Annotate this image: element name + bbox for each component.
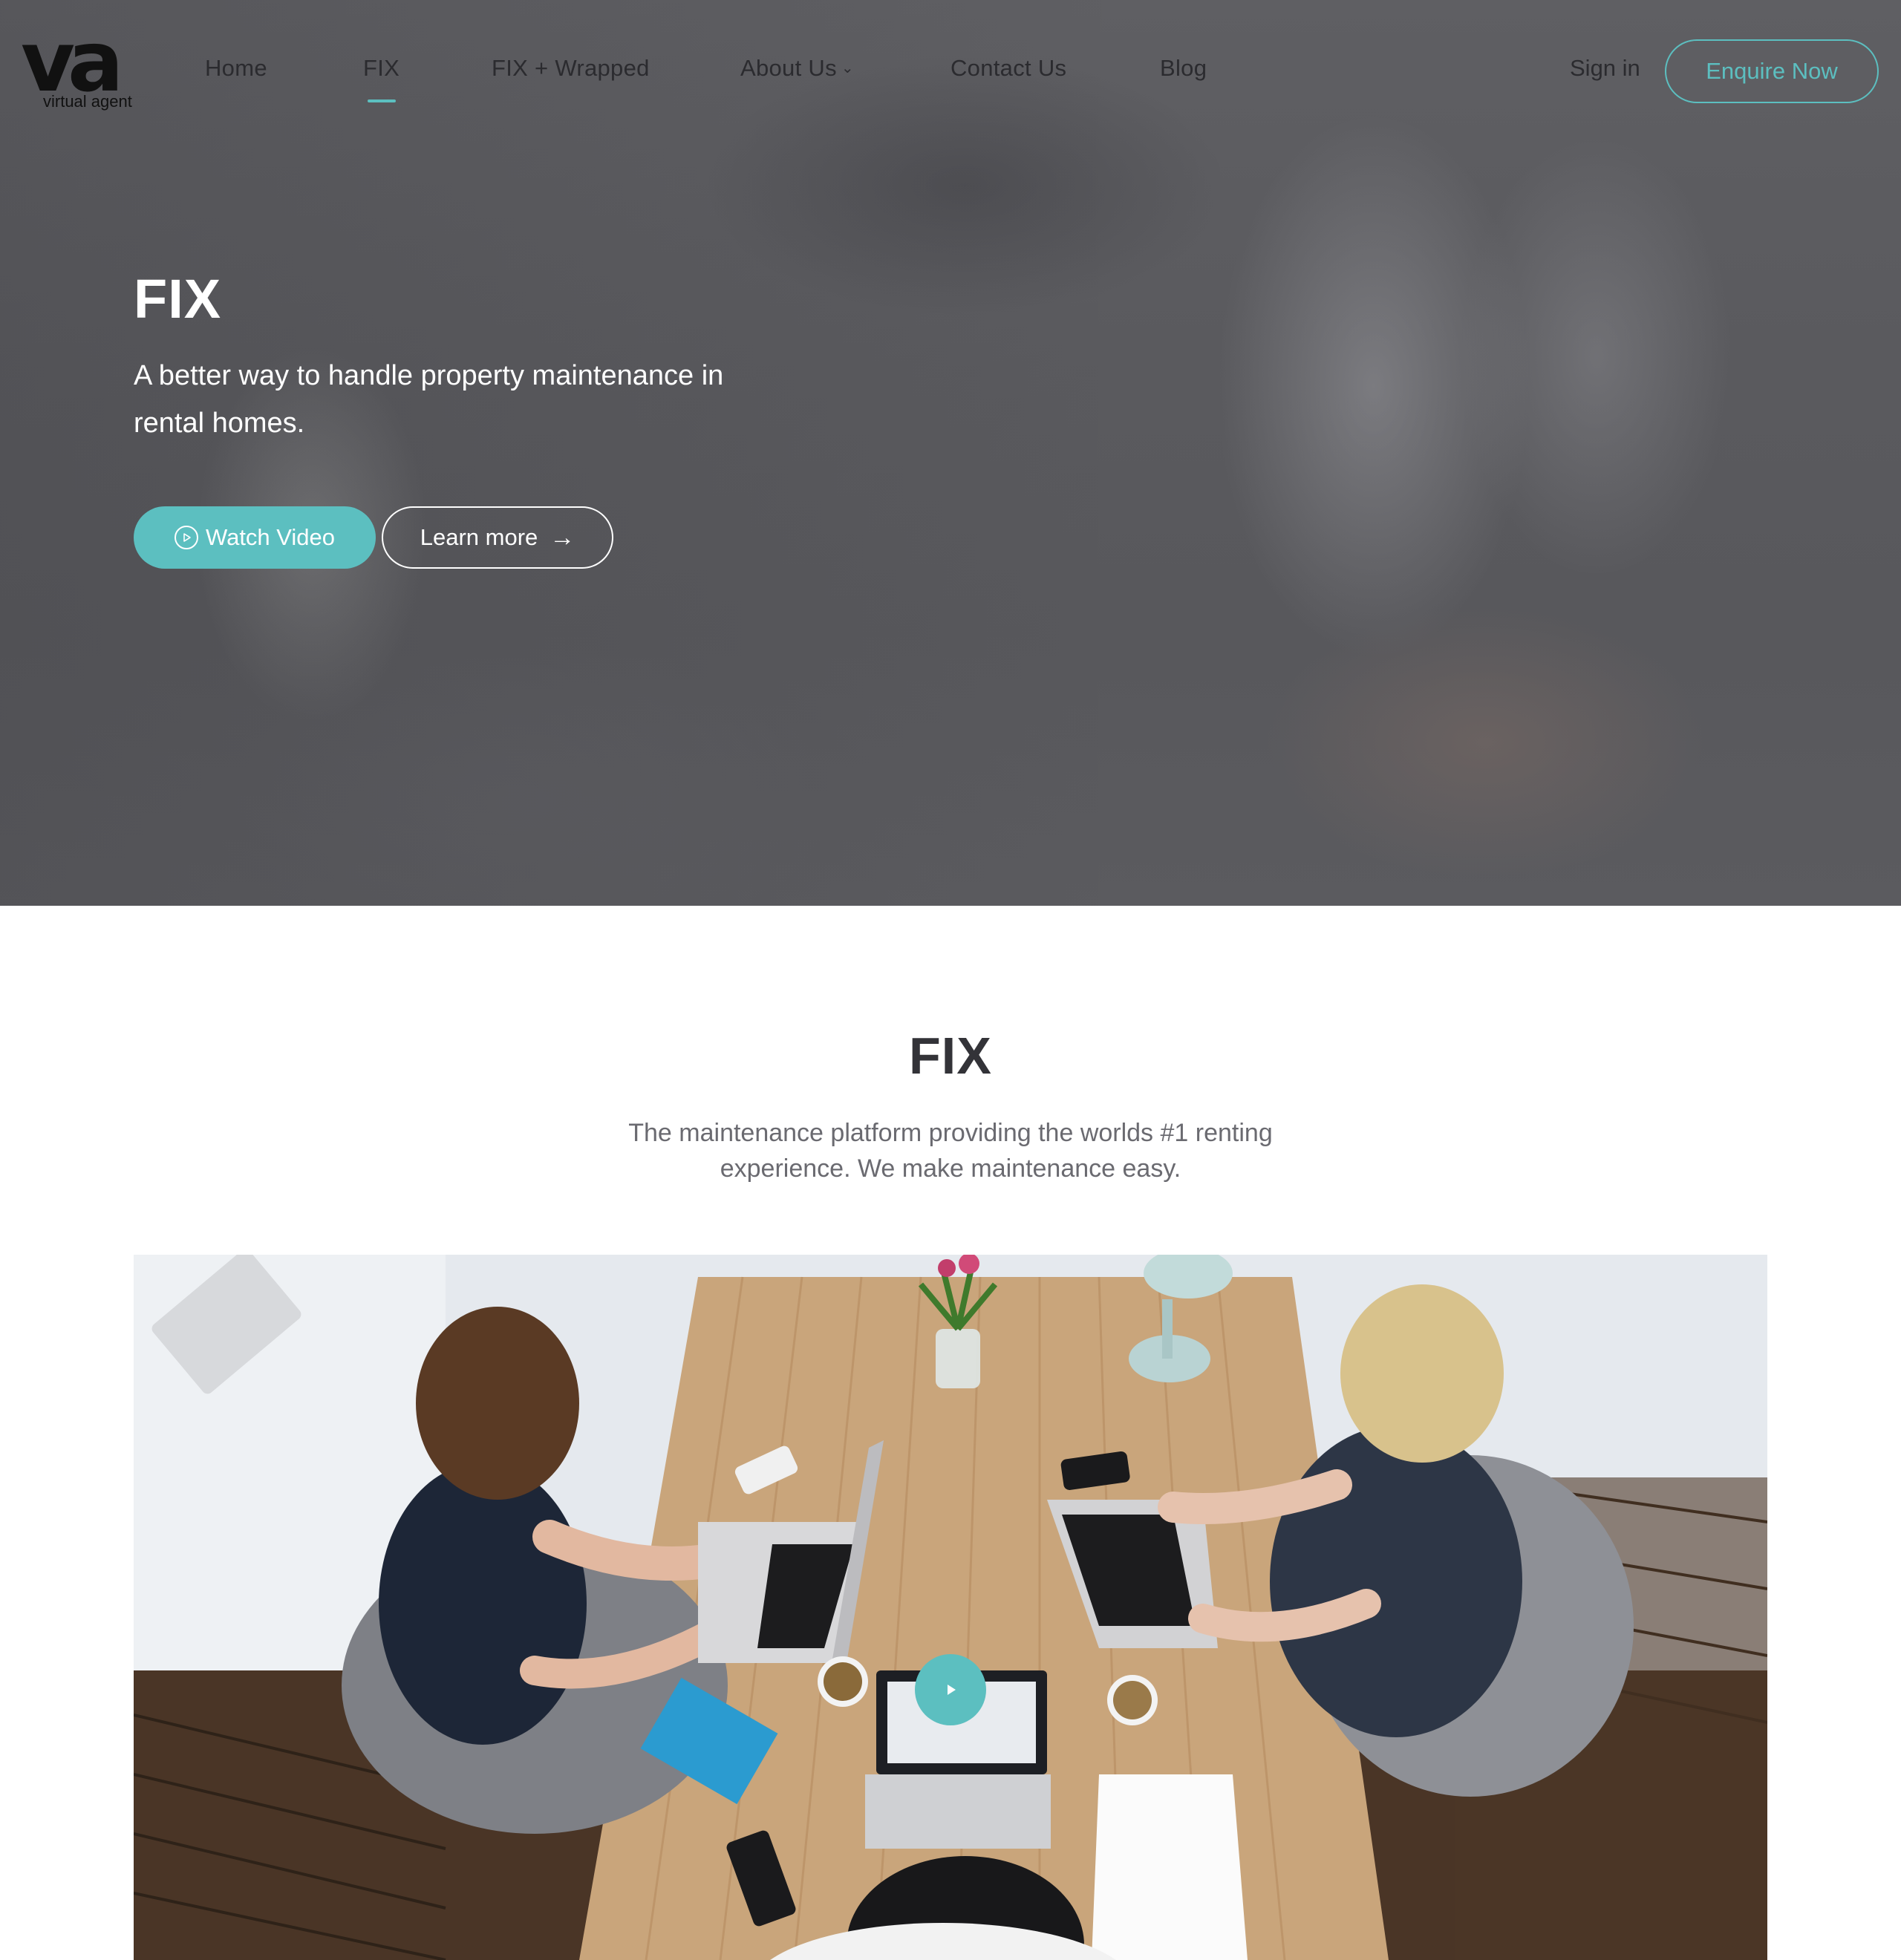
enquire-now-button[interactable]: Enquire Now [1665,39,1879,103]
office-photo [134,1255,1767,1960]
hero-subtitle: A better way to handle property maintena… [134,360,724,439]
learn-more-label: Learn more [420,524,538,550]
chevron-down-icon: ⌄ [841,60,854,76]
learn-more-button[interactable]: Learn more → [382,506,613,569]
nav-fix[interactable]: FIX [363,55,400,82]
play-icon[interactable] [915,1654,986,1725]
logo[interactable]: va virtual agent [21,27,140,114]
section-title: FIX [909,1027,992,1085]
logo-subtext: virtual agent [43,92,132,111]
nav-fix-wrapped[interactable]: FIX + Wrapped [492,55,650,82]
arrow-right-icon: → [550,523,575,552]
nav-about-us-label: About Us [740,55,837,81]
video-thumbnail[interactable] [134,1255,1767,1960]
nav-blog[interactable]: Blog [1160,55,1207,82]
sign-in-link[interactable]: Sign in [1570,55,1640,82]
play-circle-icon [174,526,198,549]
nav-about-us[interactable]: About Us ⌄ [740,55,854,82]
watch-video-button[interactable]: Watch Video [134,506,376,569]
nav-contact-us[interactable]: Contact Us [950,55,1066,82]
main-nav: va virtual agent Home FIX FIX + Wrapped … [0,0,1901,141]
watch-video-label: Watch Video [205,524,336,550]
nav-home[interactable]: Home [205,55,267,82]
section-subtitle: The maintenance platform providing the w… [628,1119,1273,1183]
hero-title: FIX [134,268,222,330]
